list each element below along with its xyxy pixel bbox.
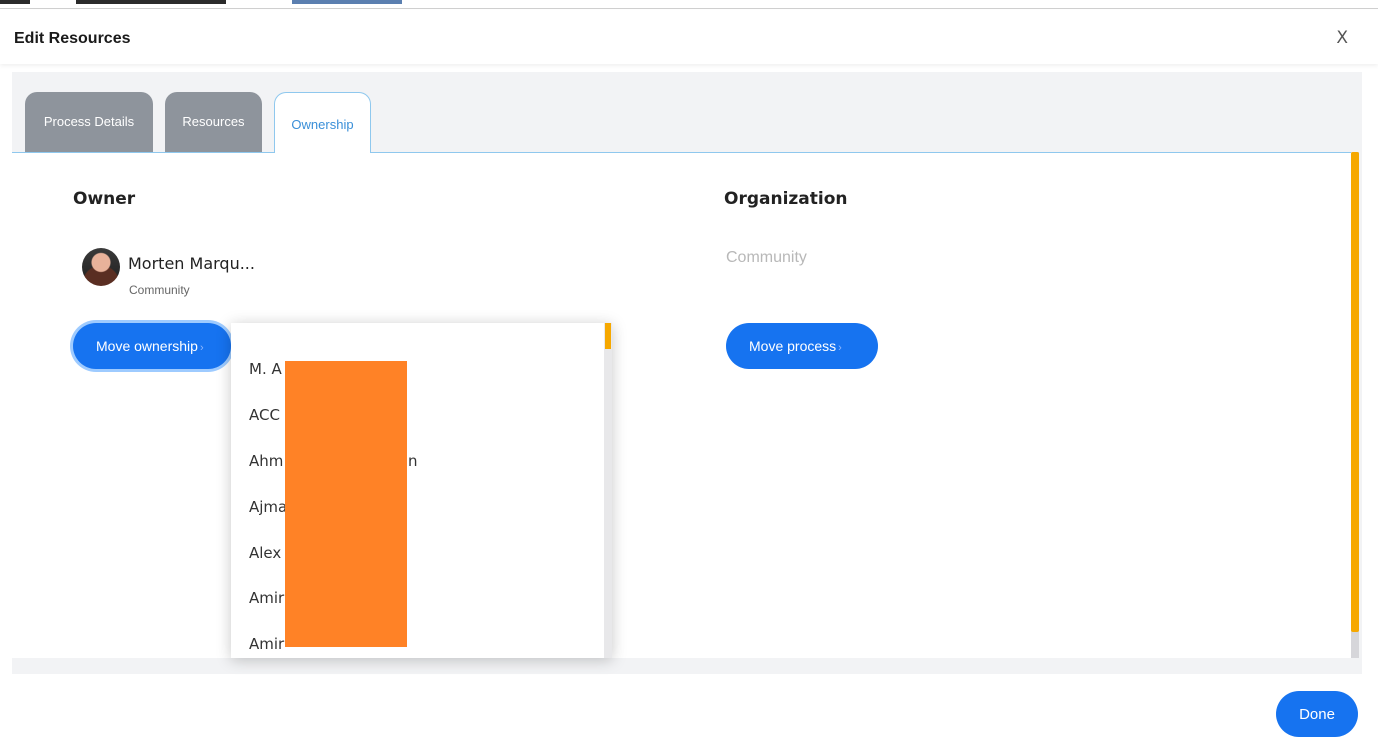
tab-label: Resources	[182, 114, 245, 129]
list-item[interactable]: Ajma	[249, 498, 287, 516]
organization-heading: Organization	[724, 189, 848, 209]
user-avatar-photo-icon	[82, 248, 120, 286]
list-item-label: Ahm	[249, 452, 284, 470]
top-strip	[0, 0, 1378, 9]
button-label: Move process	[749, 338, 837, 354]
tab-process-details[interactable]: Process Details	[25, 92, 153, 153]
organization-value: Community	[726, 249, 807, 266]
move-ownership-button[interactable]: Move ownership ›	[73, 323, 231, 369]
tab-ownership[interactable]: Ownership	[274, 92, 371, 153]
background-fragment	[76, 0, 226, 4]
panel-scrollbar-thumb[interactable]	[1351, 152, 1359, 632]
move-process-button[interactable]: Move process ›	[726, 323, 878, 369]
list-item-label-suffix: n	[408, 452, 418, 470]
dialog-header: Edit Resources X	[0, 10, 1378, 64]
done-button[interactable]: Done	[1276, 691, 1358, 737]
list-item[interactable]: ACC	[249, 406, 280, 424]
tab-label: Ownership	[291, 117, 354, 132]
owner-organization: Community	[129, 283, 190, 297]
dropdown-scrollbar-thumb[interactable]	[605, 323, 611, 349]
list-item[interactable]: Alex	[249, 544, 281, 562]
dialog-title: Edit Resources	[14, 30, 131, 47]
list-item[interactable]: Amir	[249, 635, 284, 653]
background-fragment	[292, 0, 402, 4]
tab-label: Process Details	[43, 114, 135, 129]
list-item[interactable]: M. A	[249, 360, 282, 378]
chevron-right-icon: ›	[199, 342, 204, 354]
dialog-body: Process Details Resources Ownership Owne…	[12, 72, 1362, 674]
tab-resources[interactable]: Resources	[165, 92, 262, 153]
ownership-dropdown[interactable]: M. A ACC Ahm n Ajma Alex Amir Amir	[231, 323, 612, 658]
list-item[interactable]: Ahm n	[249, 452, 418, 470]
background-fragment	[0, 0, 30, 4]
ownership-panel	[12, 152, 1352, 658]
chevron-right-icon: ›	[838, 342, 842, 354]
button-label: Move ownership	[96, 338, 198, 354]
list-item[interactable]: Amir	[249, 589, 284, 607]
redaction-overlay	[285, 361, 407, 647]
dropdown-scrollbar-track[interactable]	[604, 323, 612, 658]
owner-name: Morten Marqu...	[128, 254, 255, 273]
close-button[interactable]: X	[1336, 28, 1348, 48]
owner-heading: Owner	[73, 189, 136, 209]
